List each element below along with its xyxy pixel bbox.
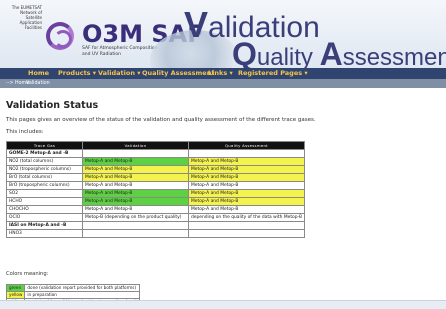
site-header: The EUMETSAT Network of Satellite Applic… <box>0 0 446 69</box>
quality-assessment-cell: Metop-A and Metop-B <box>188 197 305 206</box>
legend-meaning: done (validation report provided for bot… <box>24 284 140 292</box>
trace-gas-cell: OClO <box>6 213 83 222</box>
table-row: SO2 Metop-A and Metop-B Metop-A and Metop-… <box>6 189 305 198</box>
quality-assessment-cell: Metop-A and Metop-B <box>188 205 305 214</box>
quality-assessment-cell: depending on the quality of the data wit… <box>188 213 305 222</box>
colors-meaning-title: Colors meaning: <box>6 271 49 277</box>
quality-assessment-cell <box>188 221 305 230</box>
validation-cell: Metop-A and Metop-B <box>82 173 189 182</box>
column-header-quality-assessment: Quality Assessment <box>188 141 305 150</box>
table-row: BrO (tropospheric columns) Metop-A and Me… <box>6 181 305 190</box>
banner-title-quality-assessment: Quality Assessment <box>232 36 446 69</box>
column-header-trace-gas: Trace Gas <box>6 141 83 150</box>
table-row: NO2 (tropospheric columns) Metop-A and Me… <box>6 165 305 174</box>
nav-item-products[interactable]: Products ▾ <box>58 69 96 77</box>
table-row: NO2 (total columns) Metop-A and Metop-B Me… <box>6 157 305 166</box>
table-section-row: IASI on Metop-A and -B <box>6 221 305 230</box>
legend-swatch-label: green <box>5 284 26 292</box>
quality-assessment-cell <box>188 149 305 158</box>
includes-text: This includes: <box>6 129 44 135</box>
legend-meaning: in preparation <box>24 291 140 299</box>
validation-status-table: Trace Gas Validation Quality Assessment … <box>6 141 305 238</box>
validation-cell <box>82 149 189 158</box>
legend-swatch-label: yellow <box>5 291 26 299</box>
validation-cell: Metop-A and Metop-B <box>82 181 189 190</box>
page-title: Validation Status <box>6 100 99 111</box>
trace-gas-cell: SO2 <box>6 189 83 198</box>
nav-item-quality-assessment[interactable]: Quality Assessment <box>142 69 214 77</box>
quality-assessment-cell: Metop-A and Metop-B <box>188 189 305 198</box>
quality-assessment-cell: Metop-A and Metop-B <box>188 173 305 182</box>
table-header-row: Trace Gas Validation Quality Assessment <box>6 141 305 150</box>
breadcrumb-current: Validation <box>26 80 50 86</box>
o3msaf-logo-icon[interactable] <box>46 22 74 50</box>
column-header-validation: Validation <box>82 141 189 150</box>
validation-cell <box>82 221 189 230</box>
trace-gas-cell: BrO (tropospheric columns) <box>6 181 83 190</box>
validation-cell: Metop-A and Metop-B <box>82 205 189 214</box>
nav-item-registered-pages[interactable]: Registered Pages ▾ <box>238 69 308 77</box>
trace-gas-cell: HNO3 <box>6 229 83 238</box>
quality-assessment-cell <box>188 229 305 238</box>
main-navigation: Home Products ▾ Validation ▾ Quality Ass… <box>0 68 446 79</box>
trace-gas-cell: NO2 (tropospheric columns) <box>6 165 83 174</box>
trace-gas-cell: IASI on Metop-A and -B <box>6 221 83 230</box>
table-row: BrO (total columns) Metop-A and Metop-B Me… <box>6 173 305 182</box>
validation-cell <box>82 229 189 238</box>
page: The EUMETSAT Network of Satellite Applic… <box>0 0 446 309</box>
quality-assessment-cell: Metop-A and Metop-B <box>188 181 305 190</box>
legend-row: green done (validation report provided fo… <box>5 284 140 292</box>
nav-item-home[interactable]: Home <box>28 69 49 77</box>
validation-cell: Metop-A and Metop-B <box>82 157 189 166</box>
validation-cell: Metop-A and Metop-B <box>82 189 189 198</box>
trace-gas-cell: CHOCHO <box>6 205 83 214</box>
validation-cell: Metop-A and Metop-B <box>82 165 189 174</box>
validation-cell: Metop-A and Metop-B <box>82 197 189 206</box>
quality-assessment-cell: Metop-A and Metop-B <box>188 157 305 166</box>
table-row: HNO3 <box>6 229 305 238</box>
table-section-row: GOME-2 Metop-A and -B <box>6 149 305 158</box>
trace-gas-cell: NO2 (total columns) <box>6 157 83 166</box>
eumetsat-logo-text[interactable]: The EUMETSAT Network of Satellite Applic… <box>10 5 42 30</box>
table-row: CHOCHO Metop-A and Metop-B Metop-A and Met… <box>6 205 305 214</box>
legend-row: yellow in preparation <box>5 291 140 299</box>
breadcrumb: --> Home Validation <box>0 79 446 88</box>
validation-cell: Metop-B (depending on the product qualit… <box>82 213 189 222</box>
nav-item-links[interactable]: Links ▾ <box>208 69 233 77</box>
trace-gas-cell: HCHO <box>6 197 83 206</box>
table-row: OClO Metop-B (depending on the product qu… <box>6 213 305 222</box>
quality-assessment-cell: Metop-A and Metop-B <box>188 165 305 174</box>
trace-gas-cell: GOME-2 Metop-A and -B <box>6 149 83 158</box>
nav-item-validation[interactable]: Validation ▾ <box>98 69 141 77</box>
table-row: HCHO Metop-A and Metop-B Metop-A and Metop… <box>6 197 305 206</box>
intro-text: This pages gives an overview of the stat… <box>6 117 316 123</box>
trace-gas-cell: BrO (total columns) <box>6 173 83 182</box>
